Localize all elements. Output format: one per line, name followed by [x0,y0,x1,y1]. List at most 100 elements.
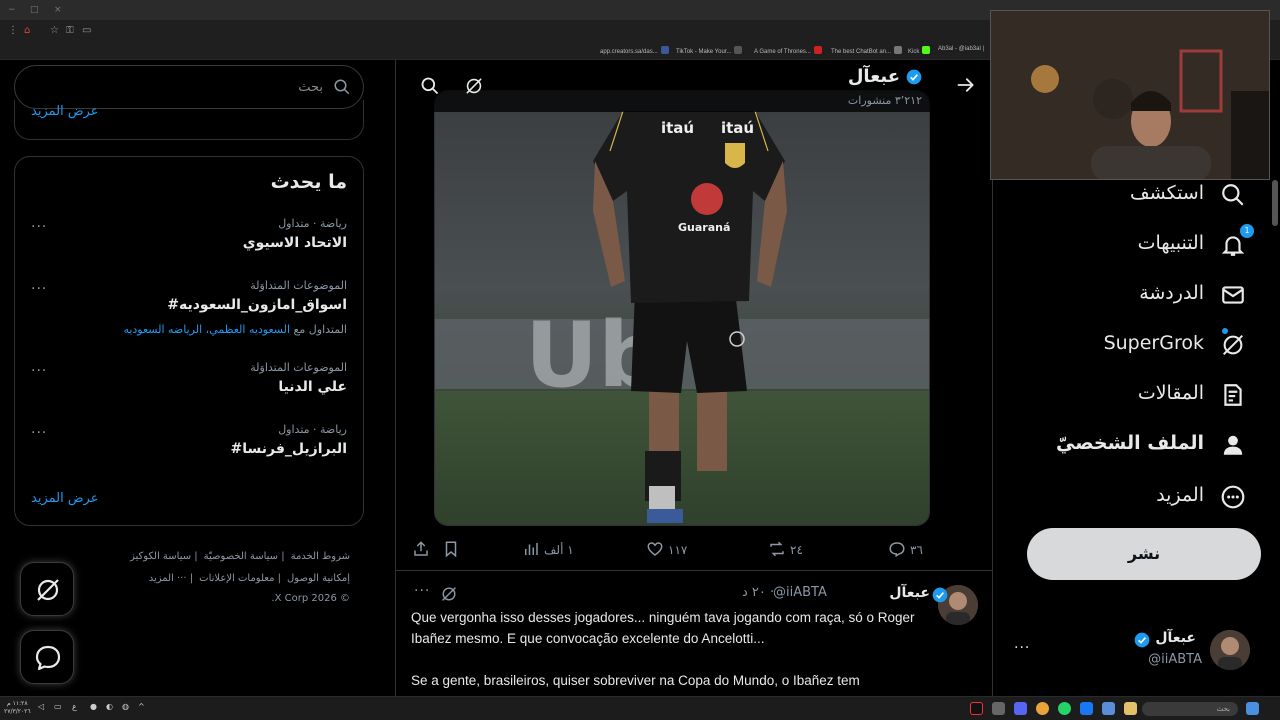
close-icon[interactable]: × [54,6,62,15]
reply-author-handle[interactable]: @iiABTA [773,585,827,600]
discord-app-icon[interactable] [1014,702,1027,715]
views-button[interactable]: ١ ألف [522,540,574,558]
account-handle: @iiABTA [1148,652,1202,667]
maximize-icon[interactable]: □ [30,6,39,15]
trend-related-links[interactable]: السعوديه العظمي، الرياضه السعوديه [123,323,290,336]
search-input[interactable] [33,77,323,97]
tiktok-app-icon[interactable] [970,702,983,715]
footer-link[interactable]: سياسة الخصوصيّة [204,551,278,562]
nav-label: SuperGrok [1103,332,1204,354]
grok-icon [1222,334,1244,356]
bookmark-item[interactable]: TikTok - Make Your... [676,46,743,55]
post-media-image[interactable]: Ub itaú itaú Guaraná [434,90,930,526]
verified-badge-icon [932,587,948,603]
account-name: عبعآل [1155,630,1196,646]
tray-app-icon[interactable]: ◍ [122,702,129,711]
post-button[interactable]: نشر [1027,528,1261,580]
trend-meta: رياضة · متداول [278,423,347,436]
trend-item[interactable]: الموضوعات المتداوَلة علي الدنيا ··· [31,361,347,411]
reply-timestamp[interactable]: ٢٠ د · [742,585,774,600]
nav-label: المقالات [1137,382,1204,404]
footer-link[interactable]: ··· المزيد [149,573,187,584]
grok-icon[interactable] [440,585,458,603]
grok-fab-button[interactable] [20,562,74,616]
more-options-icon[interactable]: ··· [31,281,47,297]
trend-item[interactable]: رياضة · متداول الاتحاد الاسيوي ··· [31,217,347,267]
star-icon[interactable]: ☆ [50,25,59,37]
app-icon[interactable] [992,702,1005,715]
network-icon[interactable]: ▭ [54,702,62,711]
mic-icon[interactable]: ● [90,702,97,711]
reply-author-name[interactable]: عبعآل [889,585,930,601]
windows-start-icon[interactable] [1246,702,1259,715]
speaker-icon[interactable]: ◁ [38,702,44,711]
reply-post[interactable]: عبعآل @iiABTA ٢٠ د · ··· Que vergonha is… [396,571,992,696]
svg-text:itaú: itaú [721,119,754,137]
nav-label: المزيد [1156,484,1204,506]
svg-text:Guaraná: Guaraná [678,221,730,234]
more-circle-icon [1221,485,1245,509]
trend-item[interactable]: رياضة · متداول #البرازيل_فرنسا ··· [31,423,347,473]
more-options-icon[interactable]: ··· [31,425,47,441]
more-options-icon[interactable]: ··· [31,363,47,379]
trend-item[interactable]: الموضوعات المتداوَلة #اسواق_امازون_السعو… [31,279,347,336]
nav-label: الدردشة [1139,282,1204,304]
key-icon[interactable]: ⚿ [66,25,74,37]
nav-label: التنبيهات [1137,232,1204,254]
more-options-icon[interactable]: ··· [414,583,430,599]
post-header: عبعآل ٣٬٢١٢ منشورات [396,60,992,112]
verified-badge-icon [1134,632,1150,648]
footer-link[interactable]: سياسة الكوكيز [130,551,191,562]
language-indicator[interactable]: ع [72,702,77,711]
footer-link[interactable]: إمكانية الوصول [287,573,350,584]
footer-link[interactable]: شروط الخدمة [291,551,350,562]
scrollbar[interactable] [1272,180,1278,226]
previous-card: عرض المزيد [14,100,364,140]
tray-app-icon[interactable]: ◐ [106,702,113,711]
account-switcher[interactable]: عبعآل @iiABTA ··· [1010,626,1260,676]
home-icon[interactable]: ⌂ [24,25,30,37]
share-button[interactable] [412,540,434,558]
whatsapp-app-icon[interactable] [1058,702,1071,715]
minimize-icon[interactable]: − [8,6,16,15]
reply-button[interactable]: ٣٦ [888,540,923,558]
show-more-link[interactable]: عرض المزيد [31,104,98,119]
cast-icon[interactable]: ▭ [82,25,91,37]
trend-name: علي الدنيا [278,379,347,395]
like-button[interactable]: ١١٧ [646,540,687,558]
football-player-photo: Ub itaú itaú Guaraná [435,91,929,525]
chrome-app-icon[interactable] [1036,702,1049,715]
share-icon [414,541,428,556]
search-icon[interactable] [420,76,440,96]
post-count: ٣٬٢١٢ منشورات [847,94,922,107]
menu-dots-icon[interactable]: ⋮ [8,25,18,37]
trends-show-more-link[interactable]: عرض المزيد [31,491,98,506]
messages-fab-button[interactable] [20,630,74,684]
bookmark-item[interactable]: The best ChatBot an... [831,46,903,55]
reply-text: Que vergonha isso desses jogadores... ni… [411,610,915,688]
file-explorer-icon[interactable] [1124,702,1137,715]
bookmark-item[interactable]: app.creators.sa/das... [600,46,669,55]
bookmark-item[interactable]: Kick [908,46,931,55]
taskbar-clock[interactable]: ١١:٢٨ م ٢٧/٣/٢٠٢٦ [4,700,31,716]
grok-icon[interactable] [464,76,484,96]
taskbar-search[interactable]: بحث [1142,702,1238,716]
bookmark-item[interactable]: A Game of Thrones... [754,46,822,55]
more-options-icon[interactable]: ··· [1014,640,1030,656]
post-actions: ١ ألف ١١٧ ٢٤ ٣٦ [396,538,992,560]
app-icon[interactable] [1102,702,1115,715]
footer-link[interactable]: معلومات الإعلانات [199,573,274,584]
back-arrow-icon[interactable] [956,75,976,95]
app-icon[interactable] [1080,702,1093,715]
bookmark-button[interactable] [442,540,464,558]
taskbar: ١١:٢٨ م ٢٧/٣/٢٠٢٦ ◁ ▭ ع ● ◐ ◍ ^ بحث [0,696,1280,720]
search-icon [334,79,350,95]
chat-bubble-icon [35,645,61,671]
repost-button[interactable]: ٢٤ [768,540,803,558]
trend-name: #البرازيل_فرنسا [230,441,347,457]
bookmark-item[interactable]: Ab3al - @iab3al | [938,46,984,52]
avatar-image [1210,630,1250,670]
more-options-icon[interactable]: ··· [31,219,47,235]
avatar [1210,630,1250,670]
chevron-up-icon[interactable]: ^ [138,702,145,711]
